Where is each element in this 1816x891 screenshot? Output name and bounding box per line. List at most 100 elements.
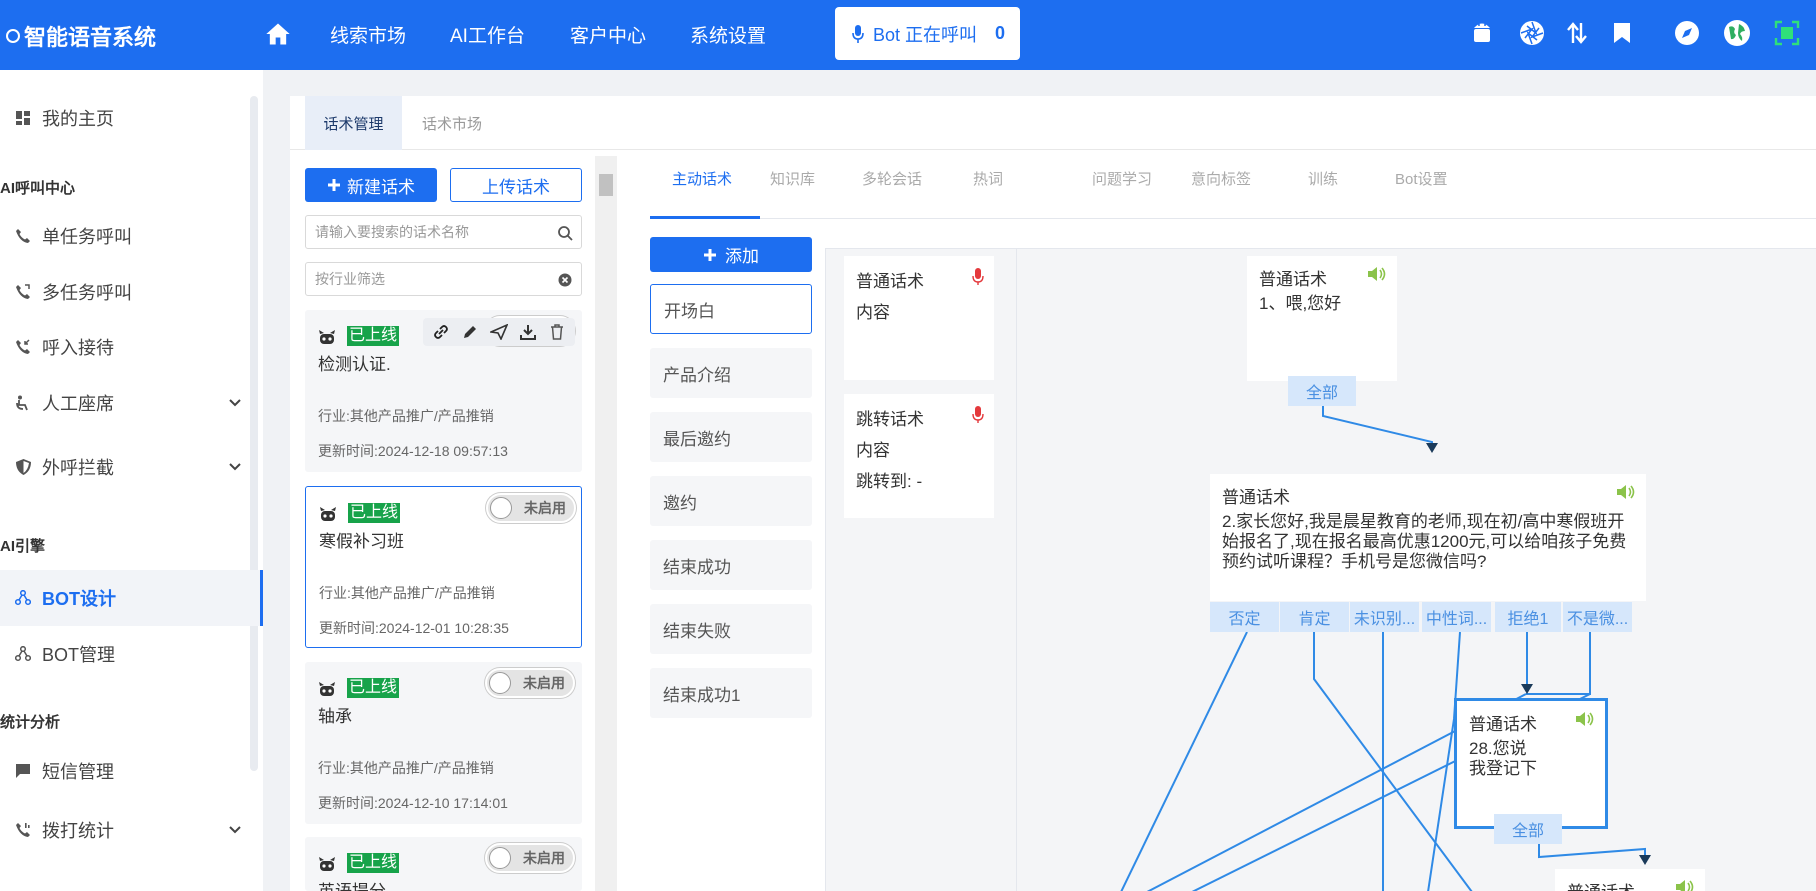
sidebar-item-outbound-block[interactable]: 外呼拦截 [0, 441, 263, 493]
nav-leads-market[interactable]: 线索市场 [330, 21, 406, 48]
flow-node-2[interactable]: 普通话术 2.家长您好,我是晨星教育的老师,现在初/高中寒假班开始报名了,现在报… [1210, 474, 1646, 601]
branch-not-wechat[interactable]: 不是微... [1563, 602, 1632, 632]
enable-toggle[interactable]: 未启用 [485, 668, 575, 698]
sidebar-item-sms[interactable]: 短信管理 [0, 745, 263, 797]
nav-system-settings[interactable]: 系统设置 [690, 21, 766, 48]
tab-training[interactable]: 训练 [1308, 168, 1338, 189]
bot-calling-indicator[interactable]: Bot 正在呼叫 0 [835, 7, 1020, 60]
tab-script-market[interactable]: 话术市场 [402, 96, 502, 150]
template-title: 跳转话术 [856, 410, 924, 429]
flow-graph[interactable]: 普通话术 1、喂,您好 全部 普通话术 2.家长您好,我是晨星教育的老师,现在初… [1016, 249, 1816, 891]
updated-text: 更新时间:2024-12-18 09:57:13 [318, 443, 508, 459]
speaker-icon[interactable] [1575, 710, 1595, 728]
send-icon[interactable] [489, 323, 508, 341]
node-title: 普通话术 [1222, 488, 1290, 507]
android-icon[interactable] [1468, 19, 1496, 47]
sidebar-item-single-task-call[interactable]: 单任务呼叫 [0, 210, 263, 262]
sidebar-item-label: 拨打统计 [42, 821, 114, 841]
flow-item-end-success[interactable]: 结束成功 [650, 540, 812, 590]
industry-filter[interactable]: 按行业筛选 [305, 262, 582, 296]
clear-icon[interactable] [557, 272, 573, 288]
nav-ai-workbench[interactable]: AI工作台 [450, 21, 525, 48]
enable-toggle[interactable]: 未启用 [485, 843, 575, 873]
tab-question-learning[interactable]: 问题学习 [1092, 168, 1152, 189]
tab-multi-turn[interactable]: 多轮会话 [862, 168, 922, 189]
bookmark-icon[interactable] [1608, 19, 1636, 47]
script-card[interactable]: 已上线 英语提分 未启用 [305, 837, 582, 891]
toggle-knob [489, 847, 511, 869]
fullscreen-icon[interactable] [1773, 19, 1801, 47]
aperture-icon[interactable] [1518, 19, 1546, 47]
phone-icon [14, 227, 32, 245]
script-card[interactable]: 已上线 轴承 未启用 行业:其他产品推广/产品推销 更新时间:2024-12-1… [305, 662, 582, 824]
trash-icon[interactable] [548, 323, 566, 341]
home-icon[interactable] [264, 20, 292, 48]
sidebar-item-inbound[interactable]: 呼入接待 [0, 321, 263, 373]
script-tabs: 话术管理 话术市场 [290, 96, 1816, 150]
branch-all[interactable]: 全部 [1288, 376, 1356, 406]
speaker-icon[interactable] [1367, 265, 1387, 283]
sidebar-item-multi-task-call[interactable]: 多任务呼叫 [0, 266, 263, 318]
chevron-down-icon [229, 826, 241, 834]
plus-icon [328, 179, 340, 191]
sidebar-item-bot-manage[interactable]: BOT管理 [0, 628, 263, 680]
script-list-scrollbar[interactable] [595, 156, 617, 891]
flow-item-opening[interactable]: 开场白 [650, 284, 812, 334]
transfer-icon[interactable] [1563, 19, 1591, 47]
tab-hotwords[interactable]: 热词 [973, 168, 1003, 189]
flow-item-invite[interactable]: 邀约 [650, 476, 812, 526]
search-input[interactable]: 请输入要搜索的话术名称 [305, 215, 582, 249]
sidebar-item-home[interactable]: 我的主页 [0, 92, 263, 144]
add-flow-button[interactable]: 添加 [650, 237, 812, 272]
tab-bot-settings[interactable]: Bot设置 [1395, 168, 1448, 189]
sidebar-item-label: 多任务呼叫 [42, 283, 132, 303]
compass-icon[interactable] [1673, 19, 1701, 47]
robot-icon [320, 507, 336, 521]
scrollbar-thumb[interactable] [599, 174, 613, 196]
flow-item-end-failure[interactable]: 结束失败 [650, 604, 812, 654]
branch-positive[interactable]: 肯定 [1280, 602, 1349, 632]
tab-intent-tags[interactable]: 意向标签 [1191, 168, 1251, 189]
microphone-icon [972, 268, 984, 285]
link-icon[interactable] [432, 323, 450, 341]
sidebar-item-bot-design[interactable]: BOT设计 [0, 570, 263, 626]
script-card[interactable]: 已上线 检测认证. 行业:其他产品推广/产品推销 更新时间:2024-12-18… [305, 310, 582, 472]
tab-knowledge-base[interactable]: 知识库 [770, 168, 815, 189]
flow-node-1[interactable]: 普通话术 1、喂,您好 [1247, 256, 1397, 381]
edit-icon[interactable] [461, 323, 479, 341]
subtab-divider [650, 218, 1816, 219]
branch-unrecognized[interactable]: 未识别... [1350, 602, 1419, 632]
tab-script-manage[interactable]: 话术管理 [305, 96, 402, 150]
robot-icon [319, 857, 335, 871]
sidebar-item-label: 我的主页 [42, 109, 114, 129]
template-normal-script[interactable]: 普通话术 内容 [844, 256, 994, 380]
filter-placeholder: 按行业筛选 [315, 271, 385, 287]
branch-negative[interactable]: 否定 [1210, 602, 1279, 632]
tab-active-script[interactable]: 主动话术 [672, 168, 732, 189]
speaker-icon[interactable] [1675, 878, 1695, 891]
flow-item-final-invite[interactable]: 最后邀约 [650, 412, 812, 462]
globe-icon[interactable] [1723, 19, 1751, 47]
nav-customer-center[interactable]: 客户中心 [570, 21, 646, 48]
app-brand[interactable]: 智能语音系统 [6, 20, 156, 52]
script-card-selected[interactable]: 已上线 寒假补习班 未启用 行业:其他产品推广/产品推销 更新时间:2024-1… [305, 486, 582, 648]
plus-icon [704, 248, 716, 261]
upload-script-button[interactable]: 上传话术 [450, 168, 582, 202]
flow-item-end-success-1[interactable]: 结束成功1 [650, 668, 812, 718]
flow-node-3[interactable]: 普通话术 28.您说 我登记下 [1454, 698, 1608, 829]
search-icon[interactable] [557, 225, 573, 241]
sidebar-item-agent-seat[interactable]: 人工座席 [0, 377, 263, 429]
shield-icon [14, 458, 32, 476]
new-script-button[interactable]: 新建话术 [305, 168, 437, 202]
branch-neutral[interactable]: 中性词... [1422, 602, 1491, 632]
branch-refuse-1[interactable]: 拒绝1 [1495, 602, 1561, 632]
sidebar-item-call-stats[interactable]: 拨打统计 [0, 804, 263, 856]
speaker-icon[interactable] [1616, 483, 1636, 501]
download-icon[interactable] [519, 323, 537, 341]
enable-toggle[interactable]: 未启用 [486, 493, 576, 523]
template-jump-script[interactable]: 跳转话术 内容 跳转到: - [844, 394, 994, 518]
branch-all[interactable]: 全部 [1494, 814, 1562, 844]
flow-node-4[interactable]: 普通话术 [1555, 869, 1705, 891]
flow-item-product-intro[interactable]: 产品介绍 [650, 348, 812, 398]
sidebar-item-label: 呼入接待 [42, 338, 114, 358]
